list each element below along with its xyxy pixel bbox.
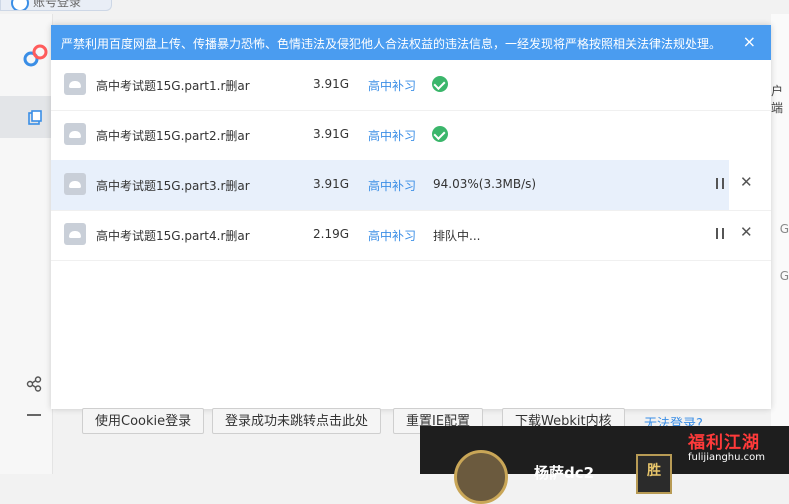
watermark-logo: 福利江湖 fulijianghu.com bbox=[686, 428, 786, 468]
cloud-file-icon bbox=[64, 73, 86, 95]
complete-check-icon bbox=[432, 76, 448, 92]
download-status: 排队中... bbox=[433, 229, 481, 243]
file-size: 3.91G bbox=[313, 77, 350, 91]
background-tab-title: 账号登录 bbox=[33, 0, 82, 9]
victory-badge: 胜 bbox=[636, 454, 672, 494]
download-progress: 94.03%(3.3MB/s) bbox=[433, 177, 537, 191]
background-tab[interactable]: 账号登录 bbox=[0, 0, 112, 11]
share-icon[interactable] bbox=[26, 376, 42, 392]
username: 杨萨dc2 bbox=[534, 464, 595, 482]
baidu-netdisk-logo-icon bbox=[23, 44, 48, 67]
cancel-icon[interactable]: ✕ bbox=[740, 223, 753, 241]
notice-message: 严禁利用百度网盘上传、传播暴力恐怖、色情违法及侵犯他人合法权益的违法信息，一经发… bbox=[61, 37, 722, 51]
background-text: G bbox=[779, 222, 789, 236]
file-size: 3.91G bbox=[313, 127, 350, 141]
cookie-login-button[interactable]: 使用Cookie登录 bbox=[82, 408, 205, 434]
file-name: 高中考试题15G.part1.r删ar bbox=[96, 79, 250, 93]
close-icon[interactable]: × bbox=[743, 32, 756, 51]
avatar bbox=[454, 450, 508, 504]
complete-check-icon bbox=[432, 126, 448, 142]
folder-link[interactable]: 高中补习 bbox=[368, 177, 416, 194]
pause-icon[interactable] bbox=[716, 228, 724, 239]
download-row[interactable]: 高中考试题15G.part2.r删ar 3.91G 高中补习 bbox=[51, 110, 771, 161]
sidebar-selected-item[interactable] bbox=[0, 96, 52, 138]
click-here-button[interactable]: 登录成功未跳转点击此处 bbox=[212, 408, 382, 434]
folder-link[interactable]: 高中补习 bbox=[368, 127, 416, 144]
file-size: 2.19G bbox=[313, 227, 350, 241]
download-row[interactable]: 高中考试题15G.part3.r删ar 3.91G 高中补习 94.03%(3.… bbox=[51, 160, 771, 211]
watermark-url: fulijianghu.com bbox=[688, 452, 765, 463]
watermark-title: 福利江湖 bbox=[688, 433, 760, 453]
download-list-popup: 严禁利用百度网盘上传、传播暴力恐怖、色情违法及侵犯他人合法权益的违法信息，一经发… bbox=[51, 25, 771, 409]
folder-link[interactable]: 高中补习 bbox=[368, 227, 416, 244]
pause-icon[interactable] bbox=[716, 178, 724, 189]
background-text: G bbox=[779, 269, 789, 283]
file-name: 高中考试题15G.part3.r删ar bbox=[96, 179, 250, 193]
download-row[interactable]: 高中考试题15G.part4.r删ar 2.19G 高中补习 排队中... ✕ bbox=[51, 210, 771, 261]
cloud-file-icon bbox=[64, 223, 86, 245]
download-row[interactable]: 高中考试题15G.part1.r删ar 3.91G 高中补习 bbox=[51, 60, 771, 111]
file-name: 高中考试题15G.part4.r删ar bbox=[96, 229, 250, 243]
cloud-file-icon bbox=[64, 173, 86, 195]
app-logo-icon bbox=[11, 0, 29, 10]
cancel-icon[interactable]: ✕ bbox=[740, 173, 753, 191]
folder-link[interactable]: 高中补习 bbox=[368, 77, 416, 94]
cloud-file-icon bbox=[64, 123, 86, 145]
background-text: 户端 bbox=[771, 84, 784, 115]
files-icon[interactable] bbox=[27, 110, 43, 126]
file-name: 高中考试题15G.part2.r删ar bbox=[96, 129, 250, 143]
notice-banner: 严禁利用百度网盘上传、传播暴力恐怖、色情违法及侵犯他人合法权益的违法信息，一经发… bbox=[51, 25, 771, 60]
file-size: 3.91G bbox=[313, 177, 350, 191]
